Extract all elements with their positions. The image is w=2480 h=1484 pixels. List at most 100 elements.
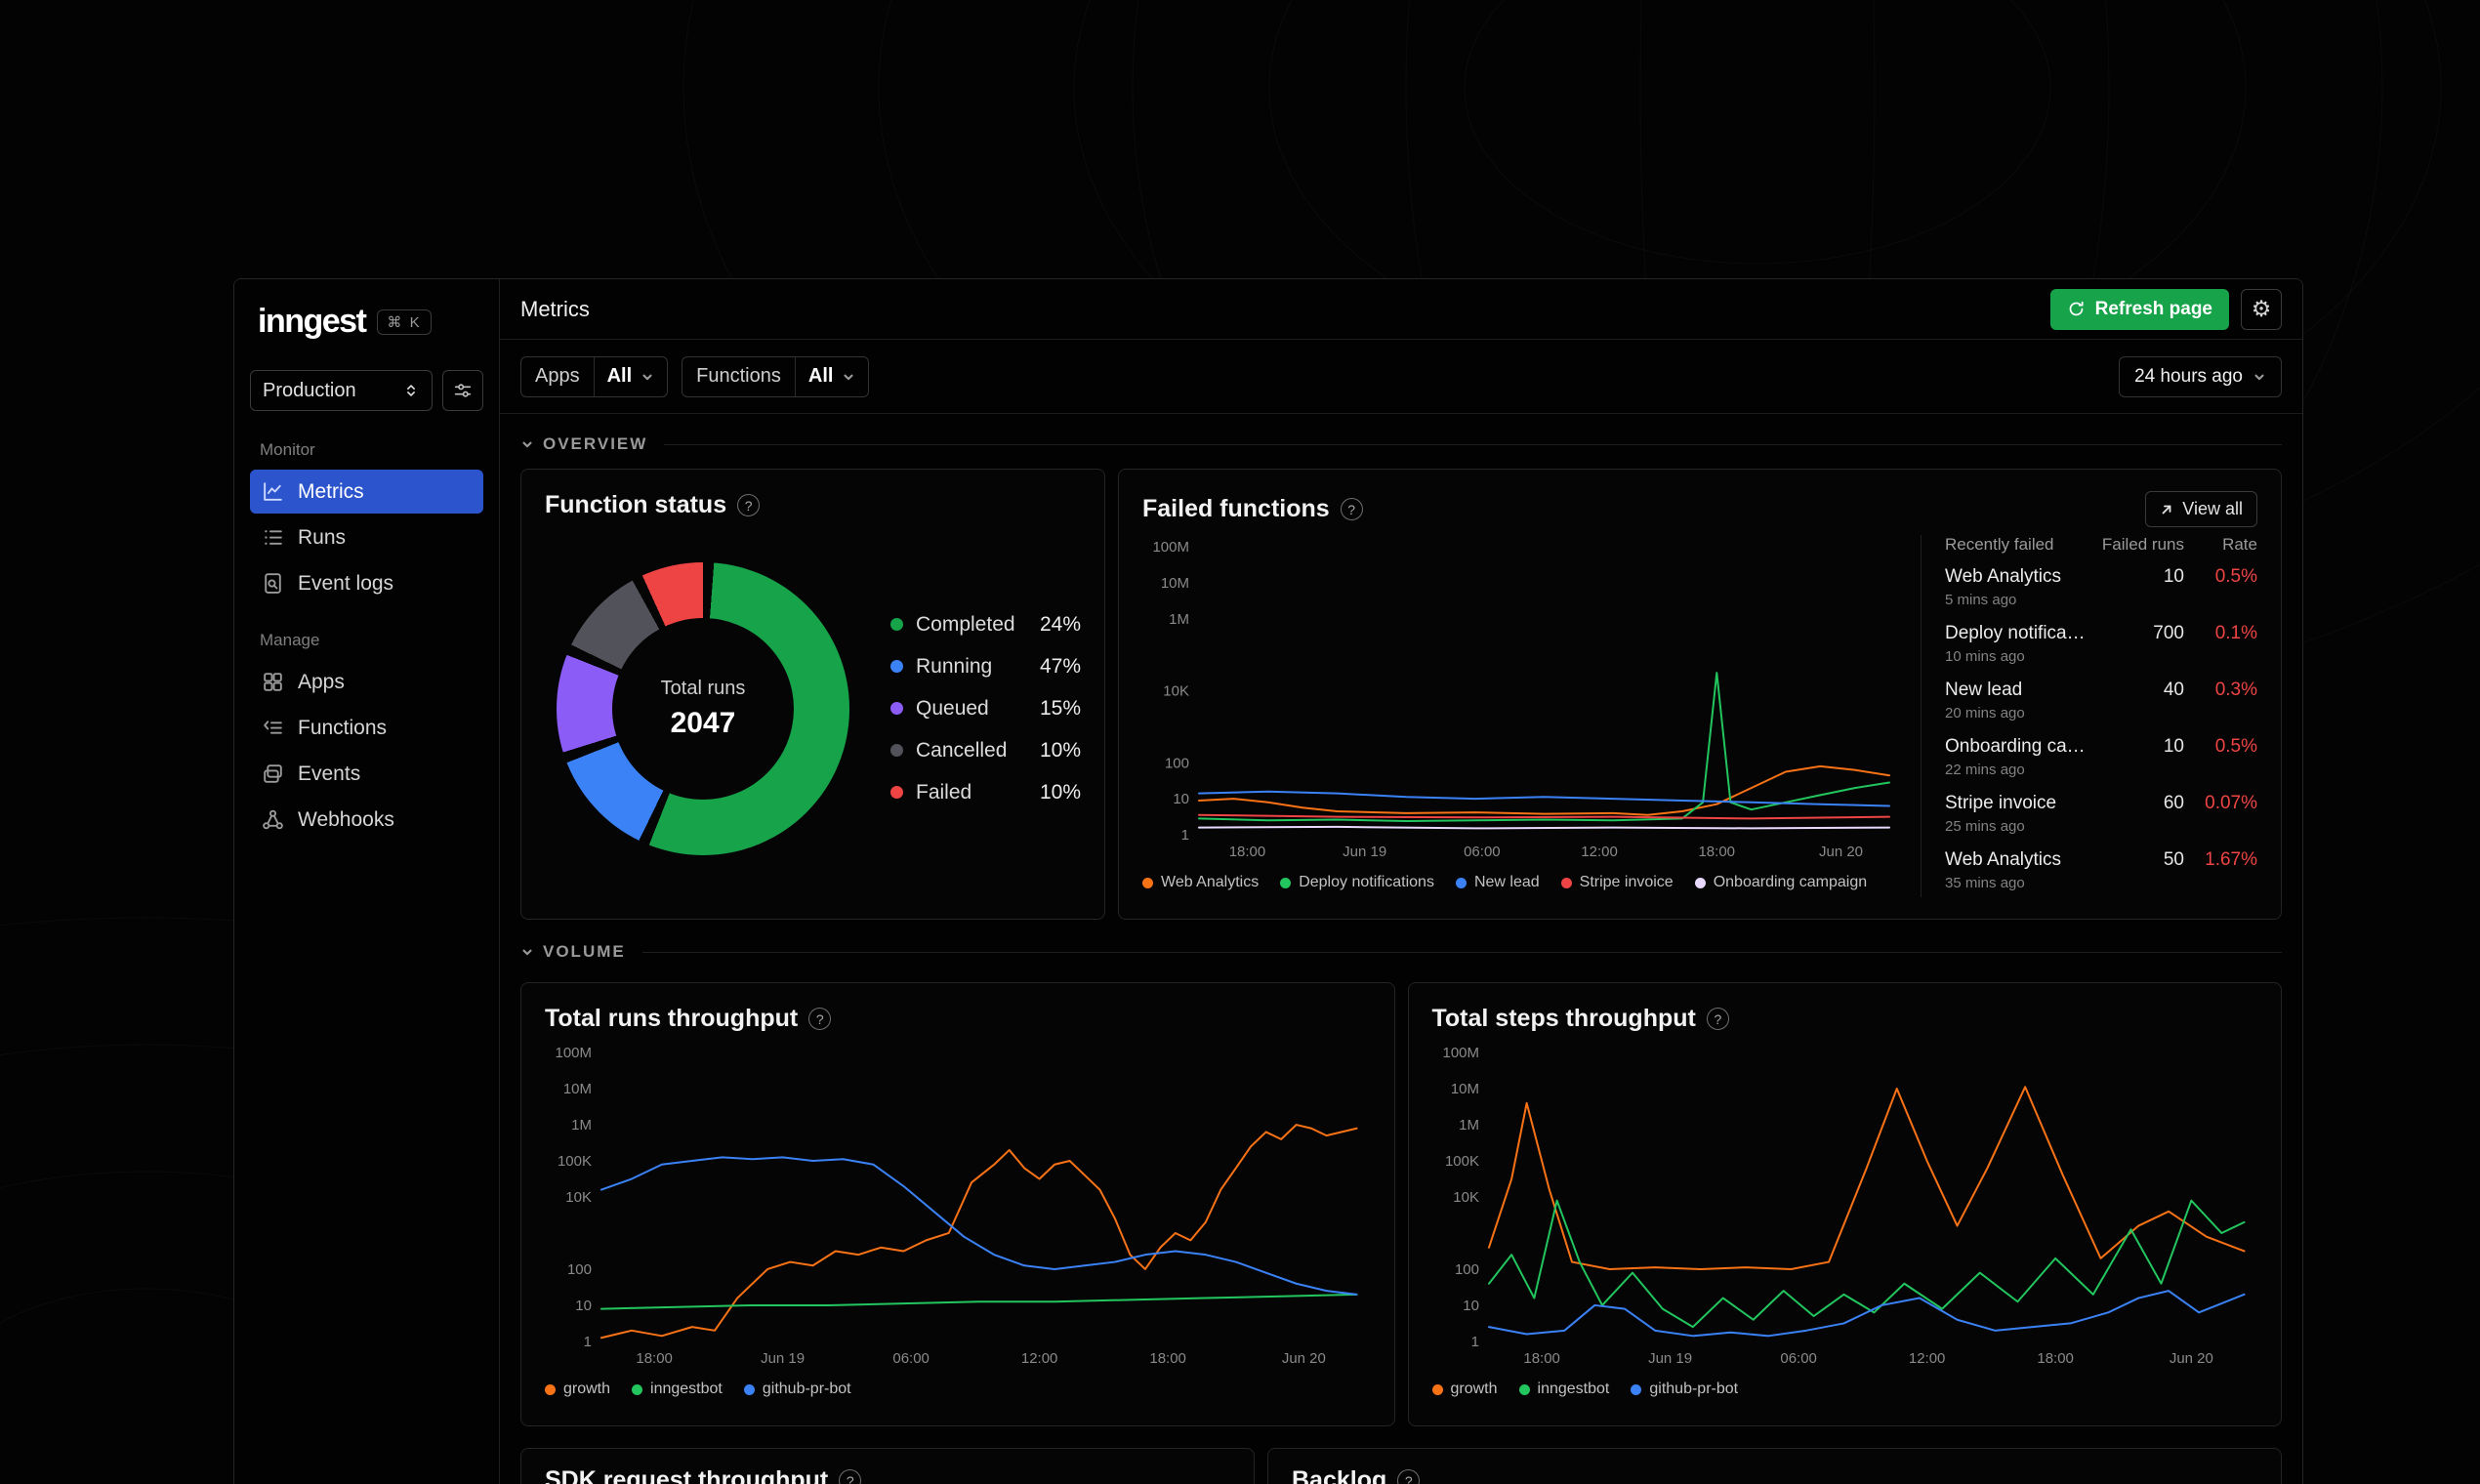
function-status-card: Function status Total runs 2047 Complete… <box>520 469 1105 920</box>
help-icon[interactable] <box>1397 1469 1421 1484</box>
sdk-request-throughput-title: SDK request throughput <box>545 1466 829 1484</box>
svg-text:12:00: 12:00 <box>1021 1350 1058 1367</box>
legend-item: Onboarding campaign <box>1694 874 1867 891</box>
sidebar-item-label: Runs <box>298 525 347 549</box>
legend-item: inngestbot <box>1518 1381 1609 1398</box>
svg-text:10M: 10M <box>563 1081 592 1097</box>
sidebar-item-label: Events <box>298 762 361 785</box>
total-runs-label: Total runs <box>660 677 746 699</box>
sidebar-item-metrics[interactable]: Metrics <box>250 470 483 514</box>
view-all-button[interactable]: View all <box>2145 491 2257 527</box>
total-steps-throughput-card: Total steps throughput 100M10M1M100K10K1… <box>1407 982 2282 1426</box>
svg-text:Jun 20: Jun 20 <box>1819 844 1863 860</box>
sidebar-item-apps[interactable]: Apps <box>250 660 483 704</box>
svg-text:12:00: 12:00 <box>1908 1350 1945 1367</box>
svg-text:Jun 20: Jun 20 <box>2169 1350 2212 1367</box>
column-header-failed-runs: Failed runs <box>2101 535 2184 554</box>
total-steps-throughput-chart: 100M 10M 1M 100K 10K 100 10 1 18:00 Jun 19 06:00 12… <box>1432 1041 2258 1371</box>
backlog-card: Backlog <box>1267 1448 2282 1484</box>
svg-text:100M: 100M <box>555 1045 591 1061</box>
total-steps-throughput-title: Total steps throughput <box>1431 1005 1696 1032</box>
function-status-title: Function status <box>545 491 727 518</box>
svg-text:06:00: 06:00 <box>1464 844 1501 860</box>
settings-button[interactable]: ⚙ <box>2241 288 2282 330</box>
legend-item: Stripe invoice <box>1560 874 1674 891</box>
total-runs-throughput-card: Total runs throughput 100M10M1M100K10K10… <box>520 982 1395 1426</box>
page-header: Metrics Refresh page ⚙ <box>500 279 2302 340</box>
svg-text:12:00: 12:00 <box>1581 844 1618 860</box>
sidebar-item-functions[interactable]: Functions <box>250 706 483 750</box>
function-status-legend: Completed 24% Running 47% Queued 15% Cancelled… <box>890 613 1081 804</box>
time-range-select[interactable]: 24 hours ago <box>2119 355 2282 397</box>
environment-filter-button[interactable] <box>442 370 483 411</box>
chevron-down-icon <box>522 949 532 956</box>
section-divider <box>641 951 2282 953</box>
failed-function-row[interactable]: Onboarding campaign22 mins ago100.5% <box>1945 728 2257 785</box>
metrics-icon <box>264 482 282 501</box>
sidebar-item-events[interactable]: Events <box>250 752 483 796</box>
sidebar-item-webhooks[interactable]: Webhooks <box>250 798 483 842</box>
svg-text:18:00: 18:00 <box>2037 1350 2074 1367</box>
help-icon[interactable] <box>808 1008 832 1030</box>
inngest-logo[interactable]: inngest <box>258 303 367 341</box>
sliders-icon <box>454 384 472 397</box>
svg-text:06:00: 06:00 <box>892 1350 930 1367</box>
sidebar-item-label: Webhooks <box>298 807 394 831</box>
command-k-shortcut-badge: ⌘ K <box>377 309 432 335</box>
legend-item: Web Analytics <box>1142 874 1259 891</box>
svg-text:1M: 1M <box>1169 611 1189 628</box>
svg-text:18:00: 18:00 <box>1698 844 1735 860</box>
column-header-recently-failed: Recently failed <box>1945 535 2054 554</box>
status-legend-row: Failed 10% <box>890 781 1081 804</box>
sidebar-item-label: Event logs <box>298 571 394 595</box>
page-title: Metrics <box>520 296 590 321</box>
environment-select[interactable]: Production <box>250 370 433 411</box>
runs-icon <box>265 530 282 545</box>
overview-section-label: OVERVIEW <box>543 434 648 453</box>
sidebar-item-event-logs[interactable]: Event logs <box>250 561 483 605</box>
overview-section-header[interactable]: OVERVIEW <box>520 430 2282 459</box>
help-icon[interactable] <box>839 1469 862 1484</box>
help-icon[interactable] <box>1706 1008 1729 1030</box>
failed-function-row[interactable]: Deploy notification 10 mins ago 700 0.1% <box>1945 615 2257 672</box>
volume-section-header[interactable]: VOLUME <box>520 937 2282 967</box>
svg-text:100: 100 <box>1454 1261 1478 1278</box>
functions-filter[interactable]: Functions All <box>682 355 870 397</box>
volume-section-label: VOLUME <box>543 942 626 961</box>
legend-item: Deploy notifications <box>1280 874 1434 891</box>
functions-filter-value: All <box>807 365 834 387</box>
failed-function-row[interactable]: Stripe invoice 25 mins ago 60 0.07% <box>1945 785 2257 842</box>
refresh-page-button[interactable]: Refresh page <box>2049 288 2229 330</box>
dashboard-content: OVERVIEW Function status Total runs 2047 <box>500 414 2302 1484</box>
failed-function-row[interactable]: New lead 20 mins ago 40 0.3% <box>1945 672 2257 728</box>
svg-text:06:00: 06:00 <box>1780 1350 1817 1367</box>
chevron-updown-icon <box>407 385 415 396</box>
refresh-page-label: Refresh page <box>2094 298 2212 319</box>
svg-text:Jun 19: Jun 19 <box>761 1350 805 1367</box>
failed-function-row[interactable]: Web Analytics 35 mins ago 50 1.67% <box>1945 842 2257 898</box>
legend-item: New lead <box>1455 874 1540 891</box>
failed-function-row[interactable]: Web Analytics 5 mins ago 10 0.5% <box>1945 558 2257 615</box>
help-icon[interactable] <box>1340 498 1363 520</box>
sidebar-item-runs[interactable]: Runs <box>250 515 483 559</box>
svg-text:18:00: 18:00 <box>1149 1350 1186 1367</box>
sidebar-section-manage: Manage <box>260 631 320 649</box>
total-runs-throughput-title: Total runs throughput <box>545 1005 799 1032</box>
failed-functions-card: Failed functions View all 100M 10M 1M 1 <box>1118 469 2282 920</box>
svg-text:100M: 100M <box>1442 1045 1478 1061</box>
apps-filter[interactable]: Apps All <box>520 355 669 397</box>
status-legend-row: Running 47% <box>890 655 1081 679</box>
svg-text:1: 1 <box>1181 827 1189 844</box>
apps-icon <box>264 673 282 691</box>
view-all-label: View all <box>2182 499 2243 518</box>
help-icon[interactable] <box>737 494 761 516</box>
chevron-down-icon <box>522 441 532 448</box>
chevron-down-icon <box>844 374 853 380</box>
gear-icon: ⚙ <box>2251 296 2272 321</box>
sidebar: inngest ⌘ K Production Monitor Metrics R… <box>234 279 500 1484</box>
svg-text:100K: 100K <box>1444 1153 1478 1170</box>
legend-item: growth <box>545 1381 610 1398</box>
svg-text:Jun 19: Jun 19 <box>1648 1350 1692 1367</box>
svg-text:1: 1 <box>584 1334 592 1350</box>
backlog-title: Backlog <box>1292 1466 1387 1484</box>
